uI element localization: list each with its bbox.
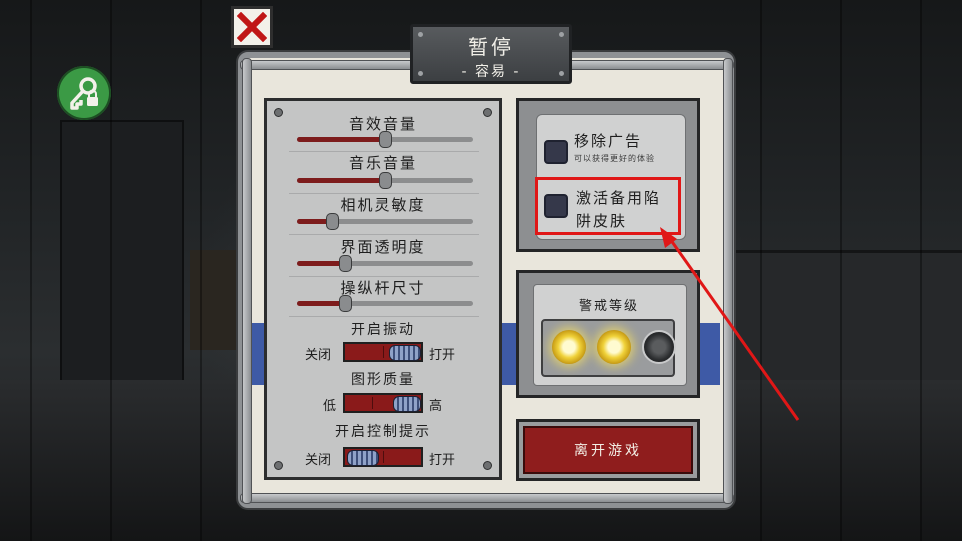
annotation-arrow <box>660 227 800 421</box>
arrow-line <box>666 235 800 421</box>
